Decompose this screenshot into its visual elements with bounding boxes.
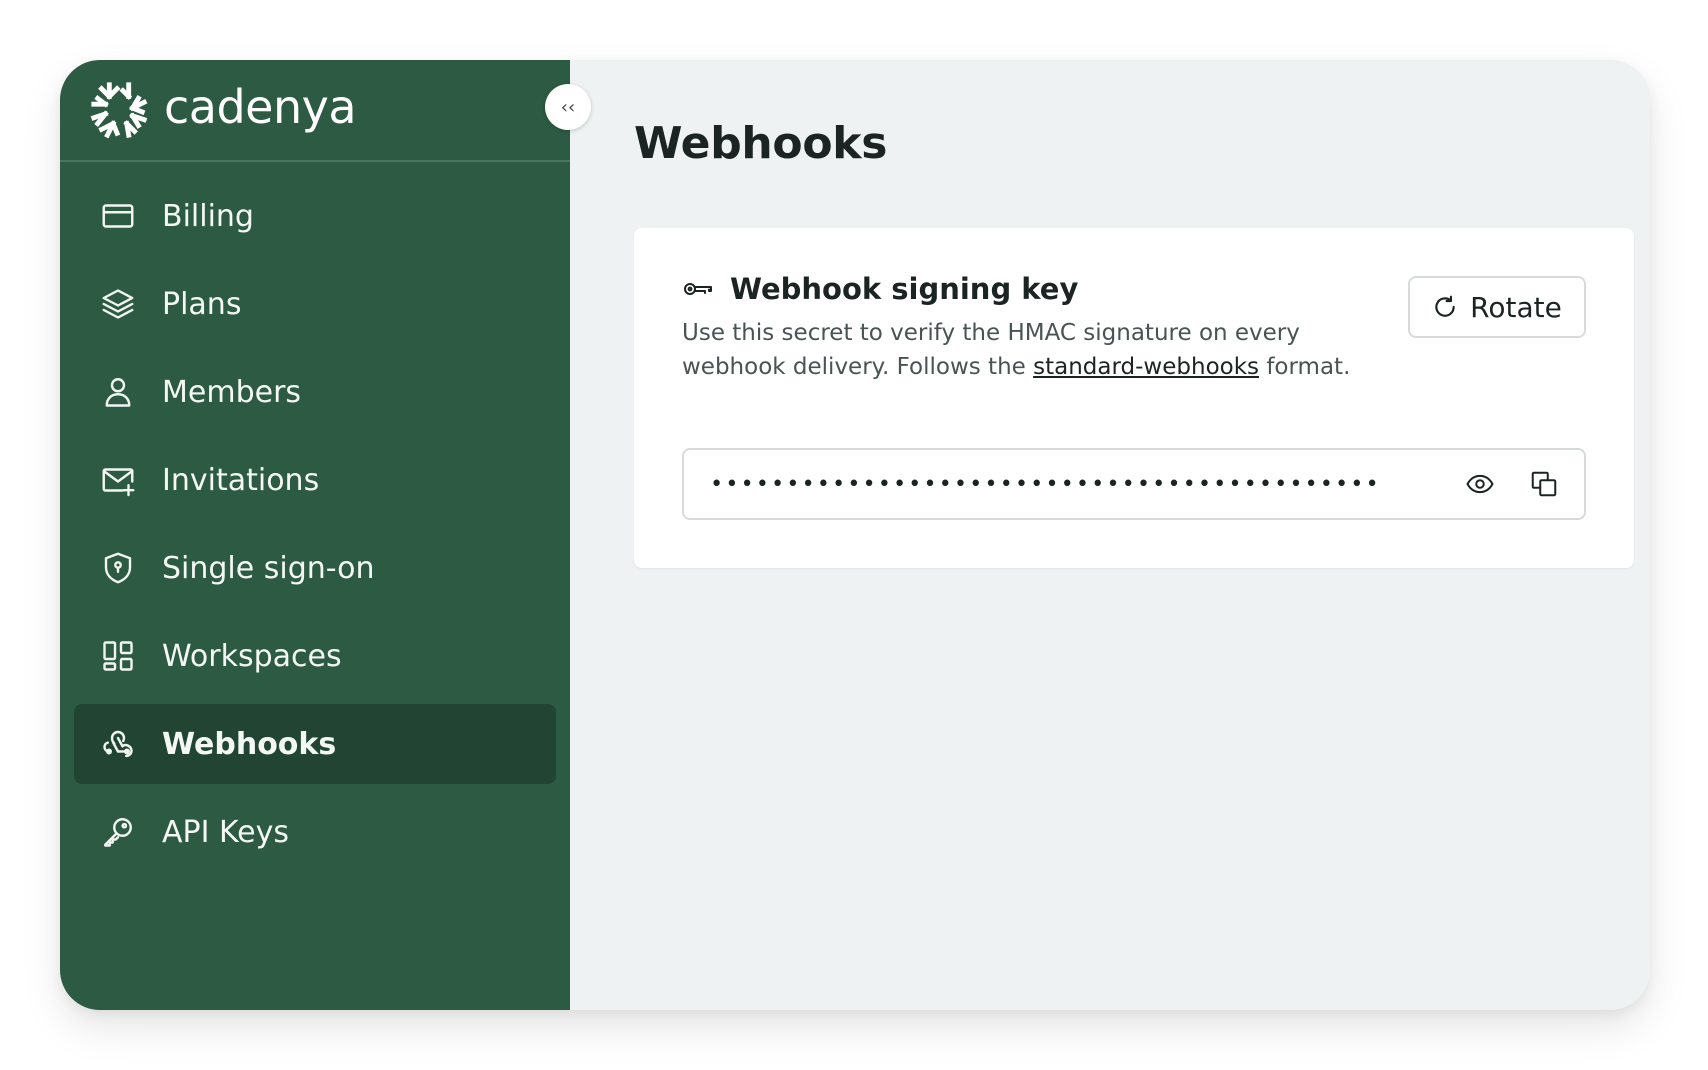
page-title: Webhooks — [634, 118, 888, 169]
signing-key-card: Webhook signing key Use this secret to v… — [634, 228, 1634, 568]
user-icon — [105, 378, 131, 407]
layout-grid-icon — [103, 641, 133, 671]
sidebar-nav: Billing Plans Members Invitations Single… — [60, 176, 570, 872]
sidebar-item-label: Members — [162, 374, 302, 410]
chevrons-left-icon: ‹‹ — [560, 96, 576, 118]
layers-icon — [102, 289, 134, 319]
sidebar-item-single-sign-on[interactable]: Single sign-on — [74, 528, 556, 608]
sidebar-item-label: API Keys — [162, 814, 290, 850]
sidebar-item-plans[interactable]: Plans — [74, 264, 556, 344]
card-title: Webhook signing key — [730, 272, 1079, 306]
signing-secret-field[interactable]: ••••••••••••••••••••••••••••••••••••••••… — [682, 448, 1586, 520]
collapse-sidebar-button[interactable]: ‹‹ — [545, 84, 591, 130]
sidebar-item-members[interactable]: Members — [74, 352, 556, 432]
description-text-end: format. — [1259, 354, 1351, 380]
sidebar-item-label: Billing — [162, 198, 254, 234]
rotate-label: Rotate — [1470, 290, 1562, 324]
sidebar: cadenya ‹‹ Billing Plans Members Invitat… — [60, 60, 591, 1010]
card-header: Webhook signing key — [682, 272, 1078, 306]
sidebar-item-label: Invitations — [162, 462, 320, 498]
key-outline-icon — [684, 283, 712, 295]
app-window: cadenya ‹‹ Billing Plans Members Invitat… — [60, 60, 1650, 1010]
reveal-secret-button[interactable] — [1458, 462, 1502, 506]
standard-webhooks-link[interactable]: standard-webhooks — [1033, 354, 1259, 380]
signing-secret-value: ••••••••••••••••••••••••••••••••••••••••… — [710, 471, 1381, 497]
main-content: Webhooks Webhook signing key Use this se… — [570, 60, 1650, 1010]
sidebar-item-label: Plans — [162, 286, 242, 322]
card-description: Use this secret to verify the HMAC signa… — [682, 316, 1402, 384]
credit-card-icon — [102, 204, 134, 228]
mail-plus-icon — [102, 468, 135, 497]
sidebar-item-webhooks[interactable]: Webhooks — [74, 704, 556, 784]
sidebar-item-workspaces[interactable]: Workspaces — [74, 616, 556, 696]
key-icon — [104, 818, 132, 847]
sidebar-item-api-keys[interactable]: API Keys — [74, 792, 556, 872]
copy-icon — [1531, 471, 1557, 497]
rotate-cw-icon — [1435, 295, 1455, 317]
eye-icon — [1466, 474, 1494, 494]
sidebar-item-label: Single sign-on — [162, 550, 375, 586]
copy-secret-button[interactable] — [1522, 462, 1566, 506]
rotate-button[interactable]: Rotate — [1408, 276, 1586, 338]
snowflake-logo-icon — [90, 82, 148, 139]
sidebar-item-billing[interactable]: Billing — [74, 176, 556, 256]
sidebar-item-invitations[interactable]: Invitations — [74, 440, 556, 520]
sidebar-item-label: Workspaces — [162, 638, 342, 674]
webhook-icon — [103, 730, 133, 758]
sidebar-item-label: Webhooks — [162, 726, 337, 762]
shield-icon — [104, 552, 132, 584]
brand-name: cadenya — [164, 80, 357, 134]
brand[interactable]: cadenya — [60, 60, 570, 162]
